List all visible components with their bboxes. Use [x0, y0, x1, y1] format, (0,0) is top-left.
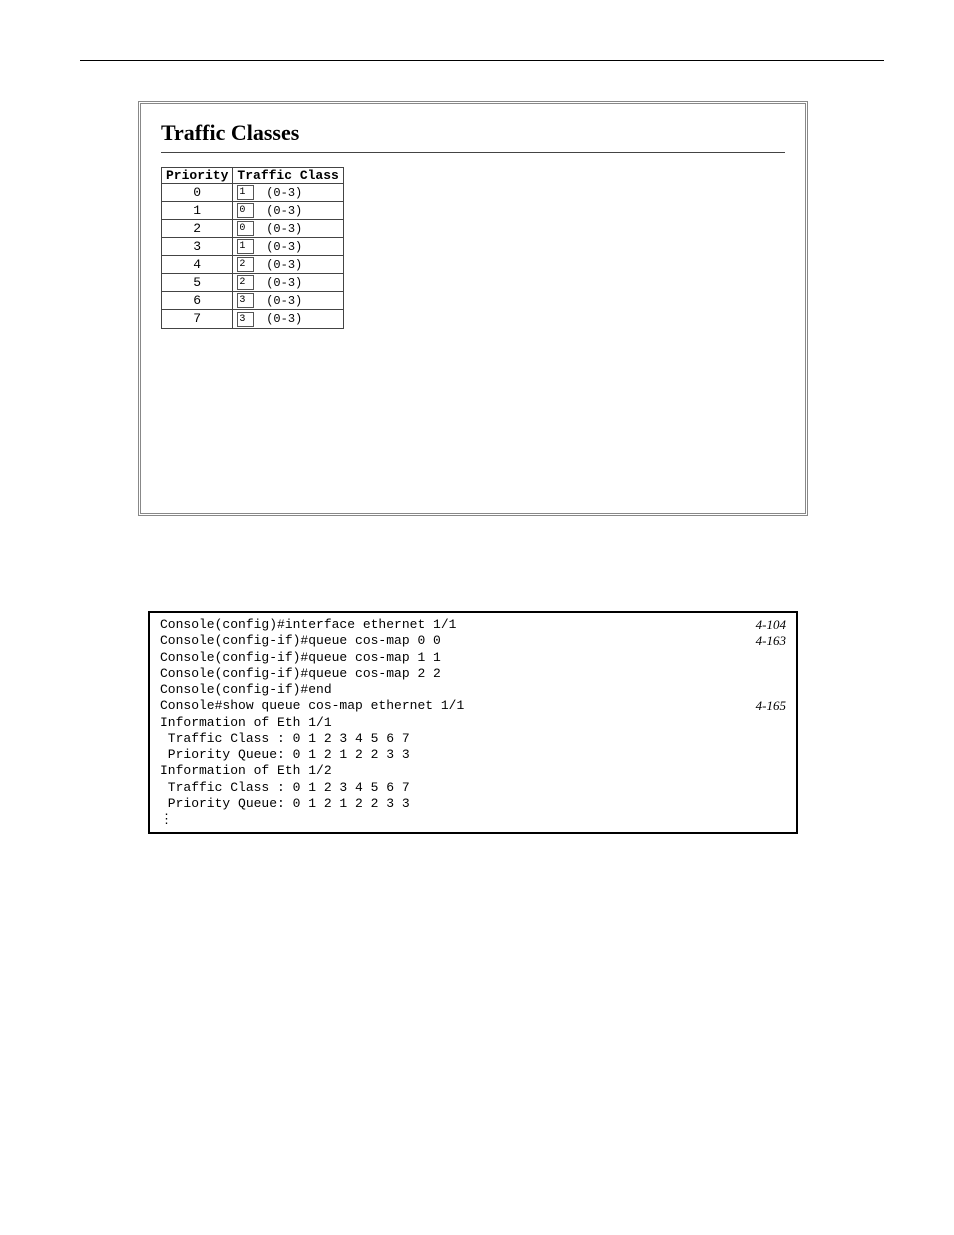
traffic-class-input[interactable]: 1	[237, 185, 254, 200]
console-output: Console(config)#interface ethernet 1/14-…	[148, 611, 798, 834]
range-label: (0-3)	[266, 258, 302, 272]
header-priority: Priority	[162, 168, 233, 184]
priority-cell: 7	[162, 310, 233, 328]
priority-cell: 6	[162, 292, 233, 310]
table-row: 7 3 (0-3)	[162, 310, 344, 328]
console-line: Console(config-if)#queue cos-map 0 04-16…	[160, 633, 786, 649]
console-line: Information of Eth 1/2	[160, 763, 786, 779]
traffic-classes-panel: Traffic Classes Priority Traffic Class 0…	[138, 101, 808, 516]
range-label: (0-3)	[266, 294, 302, 308]
value-cell: 3 (0-3)	[233, 292, 343, 310]
header-traffic-class: Traffic Class	[233, 168, 343, 184]
table-row: 0 1 (0-3)	[162, 184, 344, 202]
console-line: Traffic Class : 0 1 2 3 4 5 6 7	[160, 780, 786, 796]
priority-cell: 1	[162, 202, 233, 220]
table-row: 1 0 (0-3)	[162, 202, 344, 220]
value-cell: 1 (0-3)	[233, 238, 343, 256]
range-label: (0-3)	[266, 222, 302, 236]
console-line: ⋮	[160, 812, 786, 828]
console-line: Console#show queue cos-map ethernet 1/14…	[160, 698, 786, 714]
value-cell: 2 (0-3)	[233, 256, 343, 274]
header-divider	[80, 60, 884, 61]
priority-cell: 3	[162, 238, 233, 256]
range-label: (0-3)	[266, 276, 302, 290]
panel-title: Traffic Classes	[161, 120, 785, 146]
table-header-row: Priority Traffic Class	[162, 168, 344, 184]
table-row: 6 3 (0-3)	[162, 292, 344, 310]
console-line: Priority Queue: 0 1 2 1 2 2 3 3	[160, 796, 786, 812]
table-row: 2 0 (0-3)	[162, 220, 344, 238]
priority-cell: 2	[162, 220, 233, 238]
range-label: (0-3)	[266, 240, 302, 254]
table-row: 4 2 (0-3)	[162, 256, 344, 274]
console-line: Console(config-if)#end	[160, 682, 786, 698]
console-line: Traffic Class : 0 1 2 3 4 5 6 7	[160, 731, 786, 747]
value-cell: 0 (0-3)	[233, 202, 343, 220]
console-line: Console(config)#interface ethernet 1/14-…	[160, 617, 786, 633]
priority-cell: 0	[162, 184, 233, 202]
console-line: Priority Queue: 0 1 2 1 2 2 3 3	[160, 747, 786, 763]
console-line: Information of Eth 1/1	[160, 715, 786, 731]
priority-cell: 4	[162, 256, 233, 274]
traffic-class-input[interactable]: 3	[237, 293, 254, 308]
table-row: 5 2 (0-3)	[162, 274, 344, 292]
range-label: (0-3)	[266, 186, 302, 200]
range-label: (0-3)	[266, 204, 302, 218]
value-cell: 2 (0-3)	[233, 274, 343, 292]
priority-cell: 5	[162, 274, 233, 292]
page: Traffic Classes Priority Traffic Class 0…	[0, 0, 954, 1235]
value-cell: 3 (0-3)	[233, 310, 343, 328]
traffic-classes-table: Priority Traffic Class 0 1 (0-3) 1 0 (0-…	[161, 167, 344, 329]
traffic-class-input[interactable]: 2	[237, 257, 254, 272]
traffic-class-input[interactable]: 0	[237, 221, 254, 236]
range-label: (0-3)	[266, 312, 302, 326]
table-row: 3 1 (0-3)	[162, 238, 344, 256]
traffic-class-input[interactable]: 2	[237, 275, 254, 290]
console-line: Console(config-if)#queue cos-map 2 2	[160, 666, 786, 682]
traffic-class-input[interactable]: 1	[237, 239, 254, 254]
traffic-class-input[interactable]: 0	[237, 203, 254, 218]
value-cell: 1 (0-3)	[233, 184, 343, 202]
value-cell: 0 (0-3)	[233, 220, 343, 238]
traffic-class-input[interactable]: 3	[237, 312, 254, 327]
console-line: Console(config-if)#queue cos-map 1 1	[160, 650, 786, 666]
panel-divider	[161, 152, 785, 153]
